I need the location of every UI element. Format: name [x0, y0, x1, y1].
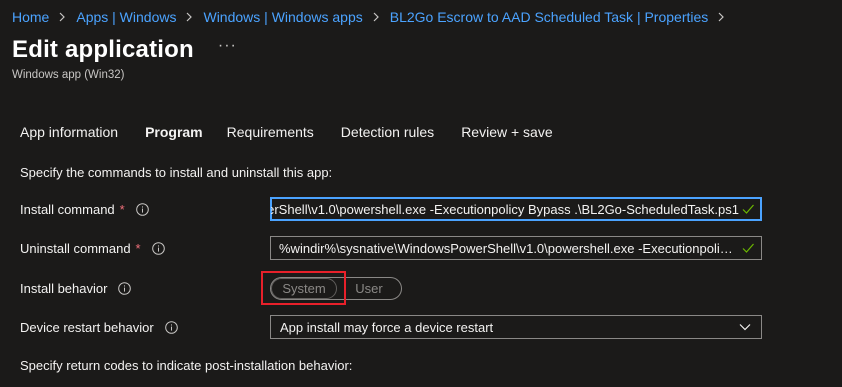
breadcrumb-home[interactable]: Home [12, 9, 49, 25]
page-subtitle: Windows app (Win32) [12, 69, 125, 81]
info-icon[interactable] [118, 282, 132, 295]
install-command-label-text: Install command [20, 202, 115, 217]
breadcrumb: Home Apps | Windows Windows | Windows ap… [12, 9, 735, 25]
edit-application-page: Home Apps | Windows Windows | Windows ap… [0, 0, 842, 387]
return-codes-intro-text: Specify return codes to indicate post-in… [20, 358, 353, 373]
tab-review-save[interactable]: Review + save [461, 124, 552, 146]
breadcrumb-app-properties[interactable]: BL2Go Escrow to AAD Scheduled Task | Pro… [390, 9, 709, 25]
tab-requirements[interactable]: Requirements [227, 124, 314, 146]
chevron-right-icon [58, 12, 66, 22]
breadcrumb-apps-windows[interactable]: Apps | Windows [76, 9, 176, 25]
tab-program[interactable]: Program [145, 124, 203, 146]
install-command-value: %windir%\sysnative\WindowsPowerShell\v1.… [271, 201, 739, 217]
tab-app-information[interactable]: App information [20, 124, 118, 146]
tab-bar: App information Program Requirements Det… [20, 124, 580, 146]
install-behavior-toggle: System User [270, 277, 402, 300]
info-icon[interactable] [164, 321, 178, 334]
info-icon[interactable] [151, 242, 165, 255]
uninstall-command-value: %windir%\sysnative\WindowsPowerShell\v1.… [279, 240, 739, 256]
breadcrumb-windows-apps[interactable]: Windows | Windows apps [203, 9, 362, 25]
uninstall-command-input[interactable]: %windir%\sysnative\WindowsPowerShell\v1.… [270, 236, 762, 260]
device-restart-behavior-dropdown[interactable]: App install may force a device restart [270, 315, 762, 339]
chevron-right-icon [372, 12, 380, 22]
install-behavior-label: Install behavior [20, 281, 132, 296]
commands-intro-text: Specify the commands to install and unin… [20, 165, 333, 180]
install-behavior-user-option[interactable]: User [337, 278, 401, 299]
chevron-right-icon [717, 12, 725, 22]
chevron-down-icon [738, 320, 752, 334]
install-command-label: Install command * [20, 202, 149, 217]
info-icon[interactable] [135, 203, 149, 216]
uninstall-command-label-text: Uninstall command [20, 241, 131, 256]
install-behavior-system-option[interactable]: System [271, 278, 337, 299]
page-title: Edit application [12, 36, 194, 63]
check-icon [741, 202, 755, 216]
check-icon [741, 241, 755, 255]
uninstall-command-label: Uninstall command * [20, 241, 165, 256]
device-restart-behavior-label-text: Device restart behavior [20, 320, 154, 335]
tab-detection-rules[interactable]: Detection rules [341, 124, 434, 146]
device-restart-behavior-value: App install may force a device restart [280, 319, 494, 335]
device-restart-behavior-label: Device restart behavior [20, 320, 178, 335]
required-marker: * [119, 202, 125, 217]
install-command-input[interactable]: %windir%\sysnative\WindowsPowerShell\v1.… [270, 197, 762, 221]
title-row: Edit application ··· [12, 36, 237, 64]
required-marker: * [135, 241, 141, 256]
chevron-right-icon [185, 12, 193, 22]
more-options-button[interactable]: ··· [218, 38, 237, 54]
install-behavior-label-text: Install behavior [20, 281, 108, 296]
